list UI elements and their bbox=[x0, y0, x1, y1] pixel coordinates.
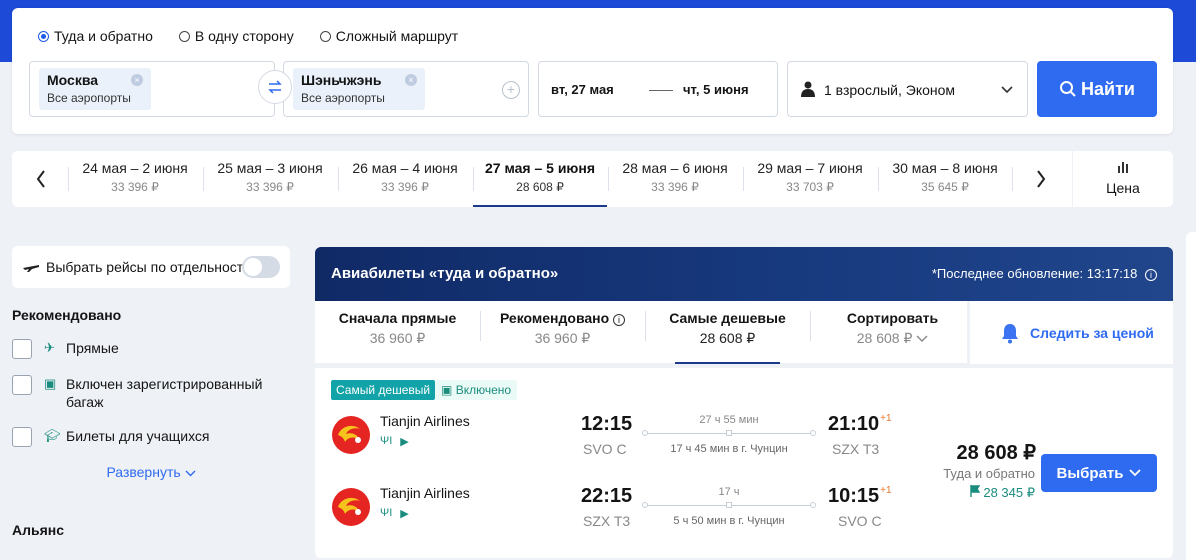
results-panel: Авиабилеты «туда и обратно» *Последнее о… bbox=[315, 247, 1173, 558]
clear-destination-icon[interactable]: × bbox=[405, 74, 417, 86]
date-option[interactable]: 24 мая – 2 июня 33 396 ₽ bbox=[68, 151, 202, 207]
bell-icon bbox=[1002, 323, 1018, 343]
origin-field[interactable]: Москва Все аэропорты × bbox=[29, 61, 275, 117]
chevron-left-icon bbox=[36, 170, 45, 188]
checkbox[interactable] bbox=[12, 375, 32, 395]
plane-icon: ✈ bbox=[44, 340, 55, 355]
meal-icon: ΨΙ bbox=[380, 435, 393, 447]
origin-chip: Москва Все аэропорты × bbox=[39, 68, 151, 110]
expand-filters-link[interactable]: Развернуть bbox=[12, 464, 290, 480]
date-dash bbox=[649, 90, 673, 91]
radio-icon bbox=[319, 30, 331, 42]
flight-result-card[interactable]: Самый дешевый ▣ Включено Tianjin Airline… bbox=[315, 368, 1173, 558]
price-graph-button[interactable]: Цена bbox=[1072, 151, 1173, 207]
add-city-icon[interactable]: + bbox=[502, 81, 520, 99]
date-option[interactable]: 30 мая – 8 июня 35 645 ₽ bbox=[878, 151, 1012, 207]
trip-type-oneway[interactable]: В одну сторону bbox=[178, 28, 294, 44]
swap-cities-button[interactable] bbox=[258, 70, 292, 104]
destination-field[interactable]: Шэньчжэнь Все аэропорты × + bbox=[283, 61, 529, 117]
radio-checked-icon bbox=[38, 30, 49, 42]
destination-chip: Шэньчжэнь Все аэропорты × bbox=[293, 68, 425, 110]
tianjin-airlines-logo bbox=[332, 416, 370, 454]
chevron-right-icon bbox=[1037, 170, 1046, 188]
sort-direct-first[interactable]: Сначала прямые 36 960 ₽ bbox=[315, 301, 480, 364]
filter-students[interactable]: 🎓︎ Билеты для учащихся bbox=[12, 427, 290, 447]
last-updated: *Последнее обновление: 13:17:18 i bbox=[932, 266, 1157, 281]
results-title: Авиабилеты «туда и обратно» bbox=[331, 265, 559, 282]
date-option[interactable]: 26 мая – 4 июня 33 396 ₽ bbox=[338, 151, 472, 207]
date-carousel: 24 мая – 2 июня 33 396 ₽ 25 мая – 3 июня… bbox=[12, 151, 1173, 207]
side-panel-edge bbox=[1186, 232, 1196, 560]
filters-sidebar: Выбрать рейсы по отдельности Рекомендова… bbox=[12, 246, 290, 538]
sort-dropdown[interactable]: Сортировать 28 608 ₽ bbox=[810, 301, 975, 364]
plane-icon bbox=[23, 265, 39, 272]
sort-cheapest[interactable]: Самые дешевые 28 608 ₽ bbox=[645, 301, 810, 364]
choose-flight-button[interactable]: Выбрать bbox=[1041, 454, 1157, 492]
trip-type-selector: Туда и обратно В одну сторону Сложный ма… bbox=[38, 28, 458, 44]
results-banner: Авиабилеты «туда и обратно» *Последнее о… bbox=[315, 247, 1173, 301]
trip-type-roundtrip[interactable]: Туда и обратно bbox=[38, 28, 153, 44]
entertainment-icon: ▶ bbox=[400, 508, 409, 520]
date-option[interactable]: 25 мая – 3 июня 33 396 ₽ bbox=[203, 151, 337, 207]
alt-price: 28 345 ₽ bbox=[945, 485, 1035, 501]
info-icon[interactable]: i bbox=[1145, 269, 1157, 281]
chevron-down-icon bbox=[1129, 469, 1142, 477]
radio-icon bbox=[178, 30, 190, 42]
separate-flights-toggle-row[interactable]: Выбрать рейсы по отдельности bbox=[12, 246, 290, 288]
trip-type-multicity[interactable]: Сложный маршрут bbox=[319, 28, 458, 44]
dates-field[interactable]: вт, 27 мая чт, 5 июня bbox=[538, 61, 778, 117]
info-icon[interactable]: i bbox=[613, 314, 626, 326]
baggage-included-badge: ▣ Включено bbox=[435, 380, 518, 400]
meal-icon: ΨΙ bbox=[380, 507, 393, 519]
amenities: ΨΙ ▶ bbox=[380, 507, 409, 520]
track-price-button[interactable]: Следить за ценой bbox=[967, 301, 1173, 364]
checkbox[interactable] bbox=[12, 339, 32, 359]
amenities: ΨΙ ▶ bbox=[380, 435, 409, 448]
entertainment-icon: ▶ bbox=[400, 436, 409, 448]
total-price: 28 608 ₽ bbox=[956, 442, 1036, 464]
route-line bbox=[642, 430, 816, 436]
recommended-heading: Рекомендовано bbox=[12, 307, 122, 323]
person-icon bbox=[801, 81, 815, 97]
date-option[interactable]: 29 мая – 7 июня 33 703 ₽ bbox=[743, 151, 877, 207]
filter-direct[interactable]: ✈ Прямые bbox=[12, 339, 290, 359]
cheapest-badge: Самый дешевый bbox=[331, 380, 436, 400]
sort-recommended[interactable]: Рекомендовано i 36 960 ₽ bbox=[480, 301, 645, 364]
filter-checked-baggage[interactable]: ▣ Включен зарегистрированный багаж bbox=[12, 375, 290, 411]
luggage-icon: ▣ bbox=[441, 383, 453, 397]
graduation-cap-icon: 🎓︎ bbox=[44, 428, 61, 443]
return-segment: Tianjin Airlines ΨΙ ▶ 22:15 SZX T3 17 ч … bbox=[315, 485, 915, 545]
prev-dates-button[interactable] bbox=[28, 165, 54, 193]
passengers-field[interactable]: 1 взрослый, Эконом bbox=[787, 61, 1028, 117]
alliance-heading: Альянс bbox=[12, 522, 65, 538]
chevron-down-icon bbox=[185, 470, 196, 477]
tianjin-airlines-logo bbox=[332, 488, 370, 526]
date-option[interactable]: 28 мая – 6 июня 33 396 ₽ bbox=[608, 151, 742, 207]
find-button[interactable]: Найти bbox=[1037, 61, 1157, 117]
search-icon bbox=[1060, 81, 1076, 97]
next-dates-button[interactable] bbox=[1028, 165, 1054, 193]
flag-icon bbox=[970, 485, 981, 497]
separate-flights-switch[interactable] bbox=[242, 256, 280, 278]
route-line bbox=[642, 502, 816, 508]
checkbox[interactable] bbox=[12, 427, 32, 447]
bar-chart-icon bbox=[1118, 162, 1128, 173]
outbound-segment: Tianjin Airlines ΨΙ ▶ 12:15 SVO C 27 ч 5… bbox=[315, 413, 915, 473]
luggage-icon: ▣ bbox=[44, 376, 57, 391]
search-form: Туда и обратно В одну сторону Сложный ма… bbox=[12, 8, 1173, 134]
swap-icon bbox=[268, 80, 282, 94]
chevron-down-icon bbox=[916, 335, 928, 342]
price-note: Туда и обратно bbox=[943, 466, 1035, 481]
clear-origin-icon[interactable]: × bbox=[131, 74, 143, 86]
chevron-down-icon bbox=[1001, 86, 1013, 94]
sort-tabs: Сначала прямые 36 960 ₽ Рекомендовано i … bbox=[315, 301, 1173, 364]
date-option-selected[interactable]: 27 мая – 5 июня 28 608 ₽ bbox=[473, 151, 607, 207]
